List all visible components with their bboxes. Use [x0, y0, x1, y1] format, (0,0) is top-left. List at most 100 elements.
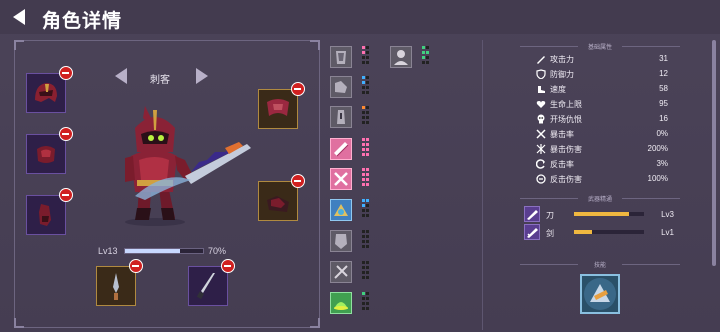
remove-equip-button[interactable]: [59, 127, 73, 141]
stat-label: 暴击伤害: [550, 145, 582, 154]
skill-pip: [366, 183, 369, 186]
remove-weapon-button[interactable]: [221, 259, 235, 273]
stat-row: 防御力 12: [536, 67, 668, 81]
equip-slot-armor[interactable]: [26, 127, 73, 174]
skill-pip: [362, 199, 365, 202]
skill-pip: [366, 178, 369, 181]
skill-frost-icon: [334, 204, 348, 216]
skill-pip: [426, 56, 429, 59]
weapon-mastery-header: 武器精通: [520, 192, 680, 204]
weapon-mastery-row: 剑 Lv1: [524, 224, 674, 240]
weapon-progress-fill: [574, 212, 629, 216]
weapon-slot-2[interactable]: [188, 259, 235, 306]
skill-pip: [362, 307, 365, 310]
ultimate-section-header: 技能: [520, 258, 680, 270]
skill-pip: [362, 183, 365, 186]
boots-icon: [267, 196, 289, 212]
skill-pip: [422, 46, 425, 49]
skill-pip: [362, 178, 365, 181]
skill-pip: [362, 276, 365, 279]
skill-slot-passive[interactable]: [390, 46, 412, 68]
sword-icon: [537, 56, 545, 64]
weapon-progress-fill: [574, 230, 592, 234]
stat-row: 暴击率 0%: [536, 127, 668, 141]
skill-slot-7[interactable]: [330, 230, 352, 252]
skill-pip: [366, 292, 369, 295]
skill-poison-icon: [334, 302, 348, 310]
remove-equip-button[interactable]: [59, 188, 73, 202]
skill-pip: [362, 173, 365, 176]
skill-pip: [366, 307, 369, 310]
skill-slot-8[interactable]: [330, 261, 352, 283]
skill-pip: [366, 266, 369, 269]
header-bar: 角色详情: [0, 0, 720, 34]
level-label: Lv13: [98, 246, 118, 256]
stat-value: 12: [659, 69, 668, 78]
skill-slot-3[interactable]: [330, 106, 352, 128]
skill-guard-icon: [335, 234, 347, 249]
stat-label: 开场仇恨: [550, 115, 582, 124]
gloves-icon: [39, 204, 51, 226]
skill-pip: [362, 51, 365, 54]
stat-label: 反击率: [550, 160, 574, 169]
weapon-label: 刀: [546, 211, 554, 220]
stat-label: 防御力: [550, 70, 574, 79]
level-progress-fill: [125, 249, 180, 253]
stat-value: 31: [659, 54, 668, 63]
skill-pip: [362, 148, 365, 151]
remove-equip-button[interactable]: [291, 174, 305, 188]
back-arrow-icon[interactable]: [12, 9, 26, 25]
skill-pip: [362, 56, 365, 59]
prev-class-button[interactable]: [115, 68, 127, 84]
weapon-slot-1[interactable]: [96, 259, 143, 306]
stat-row: 速度 58: [536, 82, 668, 96]
skill-pip: [362, 261, 365, 264]
skill-pip: [362, 245, 365, 248]
equip-slot-helmet[interactable]: [26, 66, 73, 113]
stats-section-header: 基础属性: [520, 40, 680, 52]
character-sprite: [125, 106, 251, 226]
skill-pip: [362, 240, 365, 243]
skill-slot-9[interactable]: [330, 292, 352, 314]
skill-pip: [362, 271, 365, 274]
remove-weapon-button[interactable]: [129, 259, 143, 273]
next-class-button[interactable]: [196, 68, 208, 84]
remove-equip-button[interactable]: [59, 66, 73, 80]
skill-pip: [362, 116, 365, 119]
skill-pip: [362, 297, 365, 300]
skill-pip: [366, 81, 369, 84]
skill-slot-4[interactable]: [330, 138, 352, 160]
skill-pip: [362, 46, 365, 49]
weapon-progress-bar: [574, 212, 644, 216]
skill-slot-6[interactable]: [330, 199, 352, 221]
skill-slot-1[interactable]: [330, 46, 352, 68]
ultimate-skill-button[interactable]: [580, 274, 620, 314]
skill-pip: [362, 214, 365, 217]
skill-pip: [426, 51, 429, 54]
skill-pip: [362, 76, 365, 79]
skill-pip: [366, 153, 369, 156]
skill-pip: [362, 235, 365, 238]
stat-value: 95: [659, 99, 668, 108]
weapon-level: Lv1: [661, 228, 674, 237]
equip-slot-accessory[interactable]: [258, 82, 305, 129]
equip-slot-boots[interactable]: [258, 174, 305, 221]
scrollbar[interactable]: [712, 40, 716, 266]
equip-slot-gloves[interactable]: [26, 188, 73, 235]
skill-tower-icon: [337, 110, 345, 124]
skill-pip: [366, 143, 369, 146]
weapon-label: 剑: [546, 229, 554, 238]
stat-row: 生命上限 95: [536, 97, 668, 111]
helmet-icon: [35, 83, 57, 102]
skill-pip: [366, 116, 369, 119]
skill-pip: [362, 143, 365, 146]
skill-slot-5[interactable]: [330, 168, 352, 190]
skill-pip: [366, 138, 369, 141]
stat-label: 攻击力: [550, 55, 574, 64]
skill-slot-2[interactable]: [330, 76, 352, 98]
remove-equip-button[interactable]: [291, 82, 305, 96]
skill-pip: [366, 199, 369, 202]
stat-value: 16: [659, 114, 668, 123]
skill-pip: [422, 51, 425, 54]
skill-pip: [362, 81, 365, 84]
